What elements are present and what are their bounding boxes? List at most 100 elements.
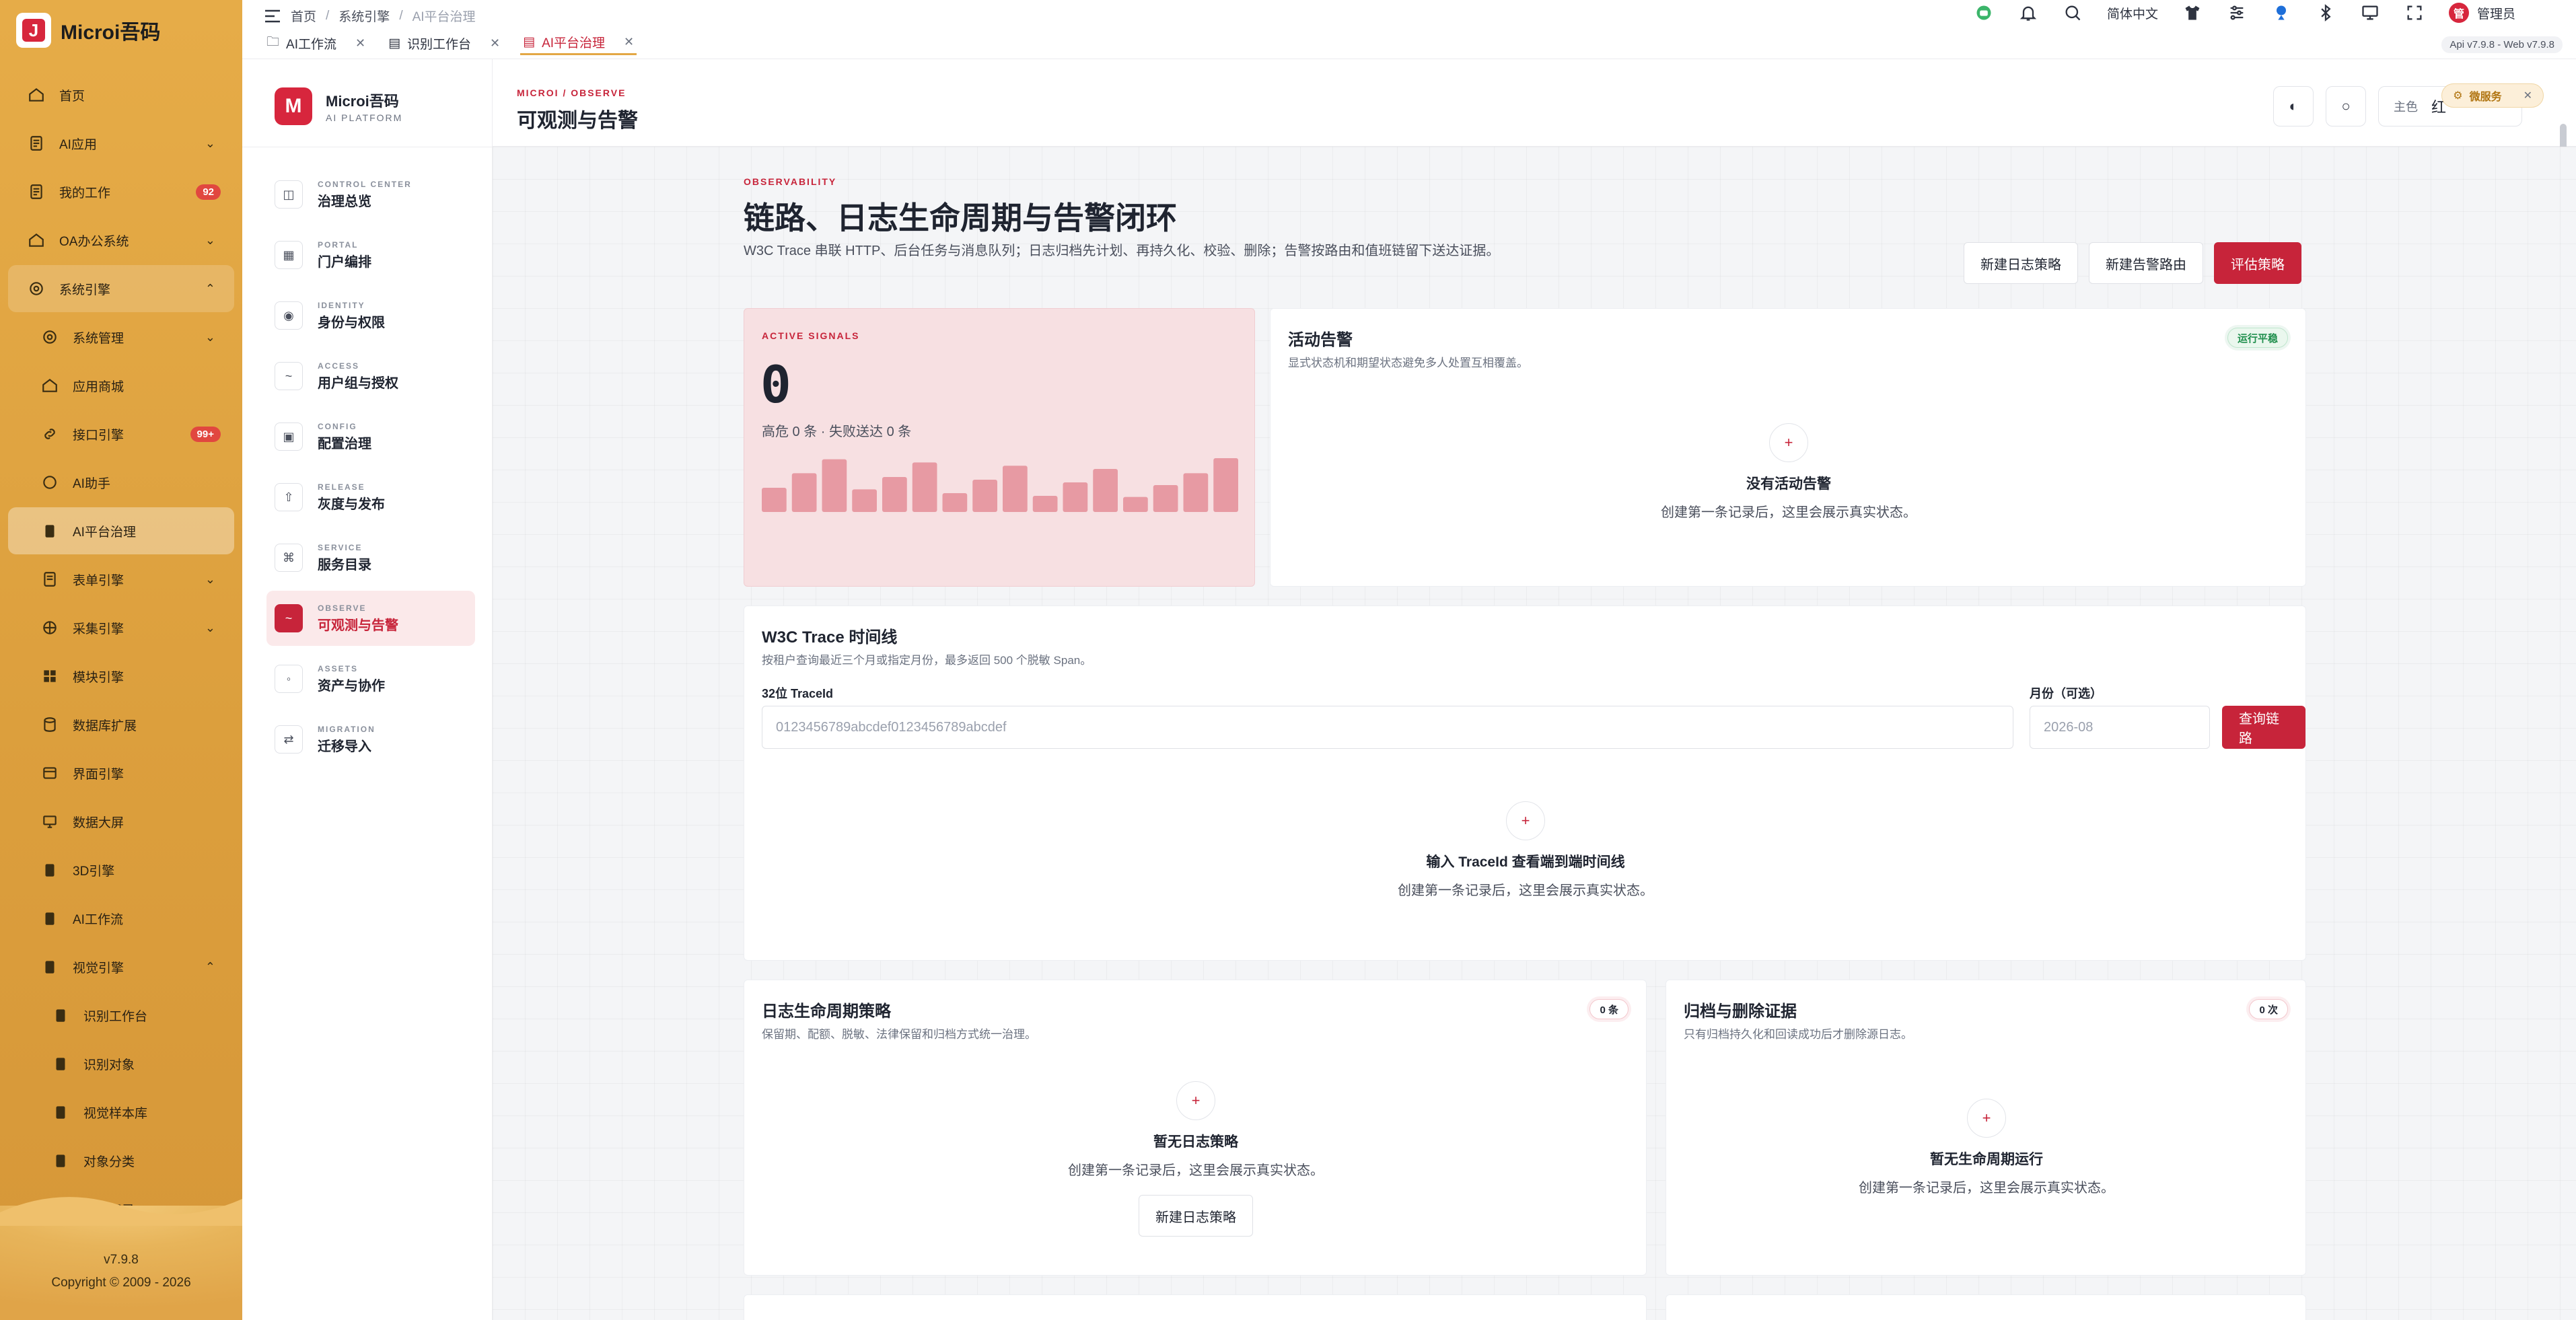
home-icon (27, 231, 46, 250)
dot-icon: ◉ (275, 301, 303, 330)
new-alert-route-button[interactable]: 新建告警路由 (2089, 242, 2203, 284)
module-item-assets[interactable]: ◦ ASSETS 资产与协作 (266, 651, 475, 706)
sidebar-item-oa[interactable]: OA办公系统 ⌄ (8, 217, 234, 264)
menu-toggle-icon[interactable] (264, 9, 281, 24)
plus-icon[interactable]: + (1176, 1081, 1215, 1120)
breadcrumb-home[interactable]: 首页 (291, 7, 316, 25)
module-item-eyebrow: CONTROL CENTER (318, 179, 412, 189)
breadcrumb-system-engine[interactable]: 系统引擎 (338, 7, 390, 25)
app-version: v7.9.8 (104, 1253, 139, 1267)
close-icon[interactable]: ✕ (2524, 89, 2532, 102)
sidebar-item-ai-assistant[interactable]: AI助手 (8, 459, 234, 506)
microservice-pill[interactable]: ⚙ 微服务 ✕ (2441, 83, 2544, 108)
empty-title: 没有活动告警 (1746, 476, 1831, 492)
sidebar-item-3d-engine[interactable]: 3D引擎 (8, 846, 234, 893)
sidebar-item-system-admin[interactable]: 系统管理 ⌄ (8, 314, 234, 361)
avatar: 管 (2448, 3, 2469, 23)
sidebar-item-recognition-workbench[interactable]: 识别工作台 (8, 992, 234, 1039)
sidebar-item-api-engine[interactable]: 接口引擎 99+ (8, 410, 234, 457)
sidebar-item-vision-engine[interactable]: 视觉引擎 ⌃ (8, 943, 234, 990)
next-card-left (744, 1294, 1647, 1320)
clipboard-icon (40, 860, 59, 879)
app-logo[interactable]: J Microi吾码 (16, 13, 161, 48)
module-item-observe[interactable]: ~ OBSERVE 可观测与告警 (266, 591, 475, 646)
user-menu[interactable]: 管 管理员 (2448, 3, 2515, 23)
bluetooth-icon[interactable] (2316, 3, 2336, 23)
sidebar-item-module-engine[interactable]: 模块引擎 (8, 653, 234, 700)
close-icon[interactable]: ✕ (355, 36, 365, 50)
sidebar-nav: 首页 AI应用 ⌄ 我的工作 92 OA办公系统 ⌄ 系统引擎 ⌃ 系统管理 ⌄ (8, 71, 234, 1234)
tab-ai-workflow[interactable]: 🗀 AI工作流 ✕ (264, 31, 368, 55)
signal-sparkbars (762, 458, 1238, 512)
command-icon: ⌘ (275, 544, 303, 572)
signal-bar (882, 477, 907, 512)
tab-recognition-workbench[interactable]: ▤ 识别工作台 ✕ (386, 31, 503, 55)
signal-bar (912, 462, 937, 512)
close-icon[interactable]: ✕ (624, 35, 634, 49)
evaluate-policy-button[interactable]: 评估策略 (2214, 242, 2301, 284)
sidebar-item-label: AI工作流 (73, 912, 123, 927)
bell-icon[interactable] (2018, 3, 2038, 23)
card-title: 日志生命周期策略 (762, 1002, 891, 1021)
theme-toggle[interactable]: ○ (2325, 86, 2366, 126)
plus-icon[interactable]: + (1769, 423, 1808, 462)
sidebar-item-vision-samples[interactable]: 视觉样本库 (8, 1089, 234, 1136)
signal-bar (1183, 473, 1209, 512)
assistant-icon[interactable] (2271, 3, 2291, 23)
module-item-label: 用户组与授权 (318, 375, 398, 391)
contrast-toggle[interactable]: ◐ (2273, 86, 2314, 126)
sidebar-item-form-engine[interactable]: 表单引擎 ⌄ (8, 556, 234, 603)
fullscreen-icon[interactable] (2404, 3, 2425, 23)
module-item-identity[interactable]: ◉ IDENTITY 身份与权限 (266, 288, 475, 343)
ai-bot-icon[interactable] (1974, 3, 1994, 23)
module-item-access[interactable]: ~ ACCESS 用户组与授权 (266, 349, 475, 404)
new-log-policy-button[interactable]: 新建日志策略 (1139, 1195, 1253, 1237)
sidebar-item-dashboard[interactable]: 数据大屏 (8, 798, 234, 845)
sidebar-item-home[interactable]: 首页 (8, 71, 234, 118)
query-trace-button[interactable]: 查询链路 (2222, 706, 2305, 749)
module-item-overview[interactable]: ◫ CONTROL CENTER 治理总览 (266, 167, 475, 222)
sidebar-item-ai-governance[interactable]: AI平台治理 (8, 507, 234, 554)
gear-icon (40, 328, 59, 346)
sidebar-item-object-category[interactable]: 对象分类 (8, 1137, 234, 1184)
plus-icon[interactable]: + (1967, 1099, 2006, 1138)
module-subtitle: AI PLATFORM (326, 112, 403, 123)
language-select[interactable]: 简体中文 (2107, 4, 2158, 22)
sidebar-item-recognition-objects[interactable]: 识别对象 (8, 1040, 234, 1087)
module-item-service[interactable]: ⌘ SERVICE 服务目录 (266, 530, 475, 585)
sliders-icon[interactable] (2227, 3, 2247, 23)
search-icon[interactable] (2063, 3, 2083, 23)
sidebar-item-system-engine[interactable]: 系统引擎 ⌃ (8, 265, 234, 312)
count-badge: 0 次 (2249, 999, 2288, 1019)
sidebar-item-ai-workflow[interactable]: AI工作流 (8, 895, 234, 942)
clipboard-icon: ▤ (523, 35, 536, 49)
sidebar-item-collect-engine[interactable]: 采集引擎 ⌄ (8, 604, 234, 651)
module-item-release[interactable]: ⇧ RELEASE 灰度与发布 (266, 470, 475, 525)
module-item-migration[interactable]: ⇄ MIGRATION 迁移导入 (266, 712, 475, 767)
monitor-icon[interactable] (2360, 3, 2380, 23)
sidebar-item-my-work[interactable]: 我的工作 92 (8, 168, 234, 215)
sidebar-item-ai-apps[interactable]: AI应用 ⌄ (8, 120, 234, 167)
traceid-label: 32位 TraceId (762, 687, 834, 700)
sidebar-item-app-store[interactable]: 应用商城 (8, 362, 234, 409)
month-input[interactable]: 2026-08 (2030, 706, 2210, 749)
app-name: Microi吾码 (61, 22, 161, 44)
signals-count: 0 (760, 355, 791, 414)
circle-icon: ○ (2341, 98, 2351, 114)
module-item-portal[interactable]: ▦ PORTAL 门户编排 (266, 227, 475, 283)
sidebar-item-db-extension[interactable]: 数据库扩展 (8, 701, 234, 748)
close-icon[interactable]: ✕ (490, 36, 500, 50)
plus-icon[interactable]: + (1506, 801, 1545, 840)
sidebar-item-label: 表单引擎 (73, 573, 124, 588)
empty-state: + 暂无生命周期运行 创建第一条记录后，这里会展示真实状态。 (1666, 1099, 2307, 1196)
sidebar-footer: v7.9.8 Copyright © 2009 - 2026 (0, 1197, 242, 1320)
tab-ai-governance[interactable]: ▤ AI平台治理 ✕ (520, 31, 637, 55)
theme-shirt-icon[interactable] (2182, 3, 2203, 23)
traceid-input[interactable]: 0123456789abcdef0123456789abcdef (762, 706, 2013, 749)
module-item-label: 治理总览 (318, 194, 371, 209)
breadcrumb-separator: / (326, 8, 330, 23)
empty-description: 创建第一条记录后，这里会展示真实状态。 (1661, 505, 1917, 520)
module-item-config[interactable]: ▣ CONFIG 配置治理 (266, 409, 475, 464)
new-log-policy-button[interactable]: 新建日志策略 (1964, 242, 2078, 284)
sidebar-item-ui-engine[interactable]: 界面引擎 (8, 749, 234, 797)
